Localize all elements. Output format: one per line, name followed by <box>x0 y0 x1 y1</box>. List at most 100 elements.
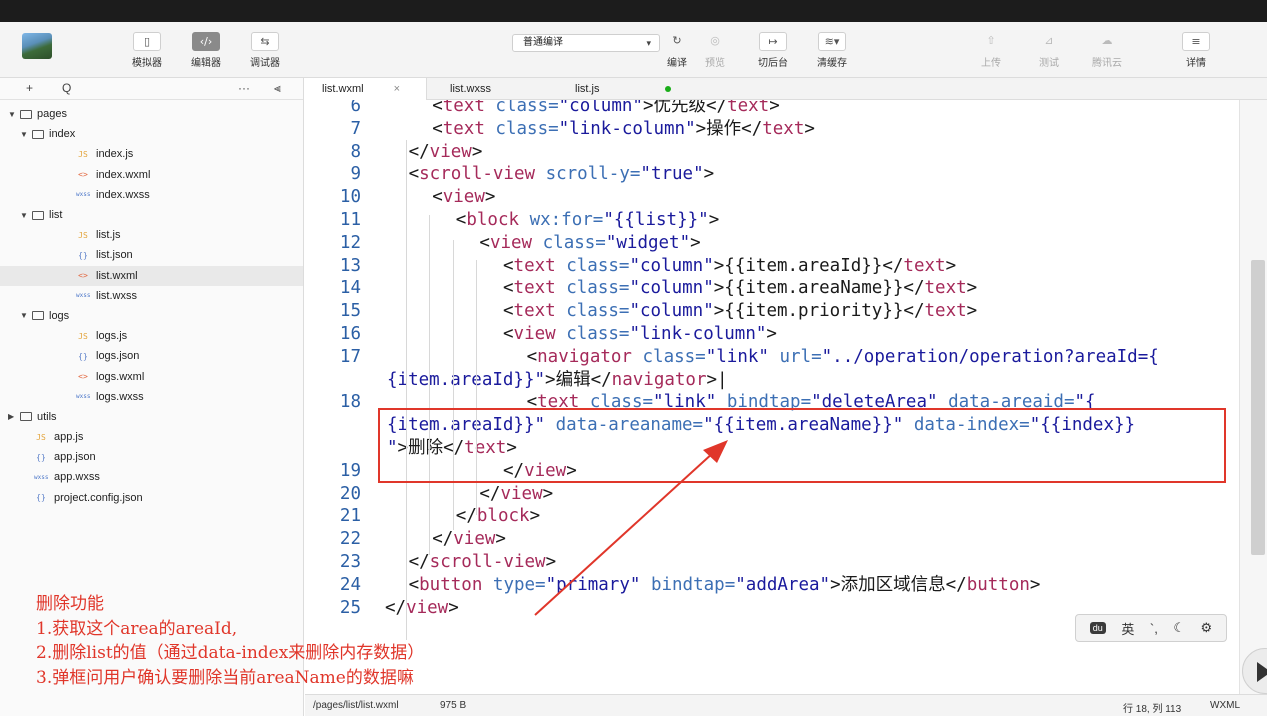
tree-item-index-wxml[interactable]: <> index.wxml <box>0 165 303 185</box>
search-icon[interactable]: Q <box>62 81 71 95</box>
code-line[interactable]: <text class="link-column">操作</text> <box>432 118 815 140</box>
baidu-ime-icon[interactable]: du <box>1089 622 1106 634</box>
code-line[interactable]: </block> <box>456 505 540 527</box>
code-token: class= <box>542 232 606 253</box>
tree-item-list-json[interactable]: {} list.json <box>0 245 303 265</box>
tree-item-list-wxml[interactable]: <> list.wxml <box>0 265 303 286</box>
code-line[interactable]: <text class="column">{{item.areaId}}</te… <box>503 255 956 277</box>
background-button[interactable]: ↦ 切后台 <box>748 32 798 69</box>
code-token: "true" <box>640 164 704 185</box>
tree-item-logs-json[interactable]: {} logs.json <box>0 346 303 366</box>
code-line[interactable]: <scroll-view scroll-y="true"> <box>409 163 715 185</box>
ime-toolbar[interactable]: du 英 `, ☾ ⚙ <box>1075 614 1227 642</box>
compile-mode-select[interactable]: 普通编译 ▾ <box>512 34 660 52</box>
cursor-position[interactable]: 行 18, 列 113 <box>1123 700 1181 715</box>
code-line[interactable]: <text class="column">{{item.areaName}}</… <box>503 277 977 299</box>
code-line[interactable]: <block wx:for="{{list}}"> <box>456 209 719 231</box>
collapse-sidebar-icon[interactable]: ⫷ <box>274 81 281 96</box>
tree-item-index-wxss[interactable]: wxss index.wxss <box>0 185 303 205</box>
details-button[interactable]: ≡ 详情 <box>1171 32 1221 69</box>
code-line[interactable]: </scroll-view> <box>409 551 557 573</box>
tree-item-list-js[interactable]: JS list.js <box>0 225 303 245</box>
code-line[interactable]: </view> <box>432 528 506 550</box>
code-token: text <box>513 301 567 322</box>
code-line[interactable]: <text class="column">{{item.priority}}</… <box>503 300 977 322</box>
tree-item-index-js[interactable]: JS index.js <box>0 144 303 164</box>
ime-punctuation[interactable]: `, <box>1150 621 1158 636</box>
code-token: class= <box>566 278 630 299</box>
simulator-button[interactable]: ▯ 模拟器 <box>122 32 172 69</box>
code-line[interactable]: {item.areaId}}" data-areaname="{{item.ar… <box>387 414 1135 436</box>
tree-item-app-js[interactable]: JS app.js <box>0 427 303 447</box>
chevron-right-icon[interactable]: ▶ <box>8 412 16 421</box>
folder-icon <box>32 210 44 220</box>
debug-icon: ⇆ <box>251 32 279 51</box>
gear-icon[interactable]: ⚙ <box>1201 620 1213 636</box>
code-line[interactable]: <button type="primary" bindtap="addArea"… <box>409 574 1041 596</box>
code-token: </ <box>741 118 763 139</box>
chevron-down-icon[interactable]: ▼ <box>20 211 28 220</box>
code-token: text <box>903 255 946 276</box>
editor-scrollbar[interactable] <box>1239 100 1267 694</box>
code-line[interactable]: <view class="widget"> <box>479 232 700 254</box>
tree-item-list-wxss[interactable]: wxss list.wxss <box>0 286 303 306</box>
preview-button[interactable]: ◎ 预览 <box>690 32 740 69</box>
chevron-down-icon[interactable]: ▼ <box>20 130 28 139</box>
code-token: {{item.areaName}} <box>724 278 904 299</box>
debugger-button[interactable]: ⇆ 调试器 <box>240 32 290 69</box>
add-file-button[interactable]: + <box>26 81 33 95</box>
editor-button[interactable]: ‹/› 编辑器 <box>181 32 231 69</box>
tree-item-app-wxss[interactable]: wxss app.wxss <box>0 467 303 487</box>
tree-item-label: index <box>49 128 76 141</box>
code-line[interactable]: <text class="column">优先级</text> <box>432 100 780 117</box>
code-token: {{item.priority}} <box>724 301 904 322</box>
tree-item-pages[interactable]: ▼ pages <box>0 104 303 124</box>
code-line[interactable]: <view class="link-column"> <box>503 323 777 345</box>
code-token: "{{list}}" <box>603 210 709 230</box>
tab-list-wxml[interactable]: list.wxml × <box>305 78 427 100</box>
code-editor[interactable]: 6 <text class="column">优先级</text> 7 <text c… <box>305 100 1267 694</box>
tree-item-project-config-json[interactable]: {} project.config.json <box>0 488 303 508</box>
scrollbar-thumb[interactable] <box>1251 260 1265 555</box>
code-token: text <box>762 118 805 139</box>
upload-button[interactable]: ⇧ 上传 <box>966 32 1016 69</box>
tree-item-label: list.wxss <box>96 289 137 302</box>
tree-item-label: project.config.json <box>54 491 143 504</box>
tab-list-wxss[interactable]: list.wxss <box>450 78 491 100</box>
tab-list-js[interactable]: list.js <box>575 78 675 100</box>
code-line[interactable]: </view> <box>503 460 577 482</box>
tree-item-list[interactable]: ▼ list <box>0 205 303 225</box>
tree-item-logs-js[interactable]: JS logs.js <box>0 326 303 346</box>
code-line[interactable]: </view> <box>409 141 483 163</box>
tree-item-label: index.js <box>96 148 134 161</box>
tencent-cloud-button[interactable]: ☁ 腾讯云 <box>1082 32 1132 69</box>
wxss-file-icon: wxss <box>34 473 49 481</box>
language-mode[interactable]: WXML <box>1210 700 1240 711</box>
test-button[interactable]: ⊿ 测试 <box>1024 32 1074 69</box>
code-token: > <box>448 597 459 618</box>
tree-item-app-json[interactable]: {} app.json <box>0 447 303 467</box>
tree-item-logs-wxss[interactable]: wxss logs.wxss <box>0 387 303 407</box>
tree-item-logs-wxml[interactable]: <> logs.wxml <box>0 366 303 386</box>
close-icon[interactable]: × <box>394 83 400 95</box>
chevron-down-icon[interactable]: ▼ <box>8 110 16 119</box>
avatar[interactable] <box>22 33 52 59</box>
code-line[interactable]: <text class="link" bindtap="deleteArea" … <box>527 391 1096 413</box>
clear-cache-button[interactable]: ≋▾ 清缓存 <box>807 32 857 69</box>
chevron-down-icon[interactable]: ▼ <box>20 311 28 320</box>
menu-icon: ≡ <box>1182 32 1210 51</box>
tree-item-utils[interactable]: ▶ utils <box>0 407 303 427</box>
code-line[interactable]: {item.areaId}}">编辑</navigator>| <box>387 369 728 391</box>
code-line[interactable]: </view> <box>479 483 553 505</box>
code-token: </ <box>503 460 525 481</box>
tree-item-index[interactable]: ▼ index <box>0 124 303 144</box>
code-line[interactable]: <view> <box>432 186 495 208</box>
code-token: > <box>713 301 725 322</box>
code-token: "{ <box>1074 392 1096 413</box>
more-icon[interactable]: ··· <box>238 81 250 95</box>
code-token: {item.areaId}}" <box>387 369 546 390</box>
tree-item-logs[interactable]: ▼ logs <box>0 306 303 326</box>
ime-language[interactable]: 英 <box>1121 619 1134 638</box>
code-line[interactable]: <navigator class="link" url="../operatio… <box>527 346 1159 368</box>
moon-icon[interactable]: ☾ <box>1173 620 1185 636</box>
